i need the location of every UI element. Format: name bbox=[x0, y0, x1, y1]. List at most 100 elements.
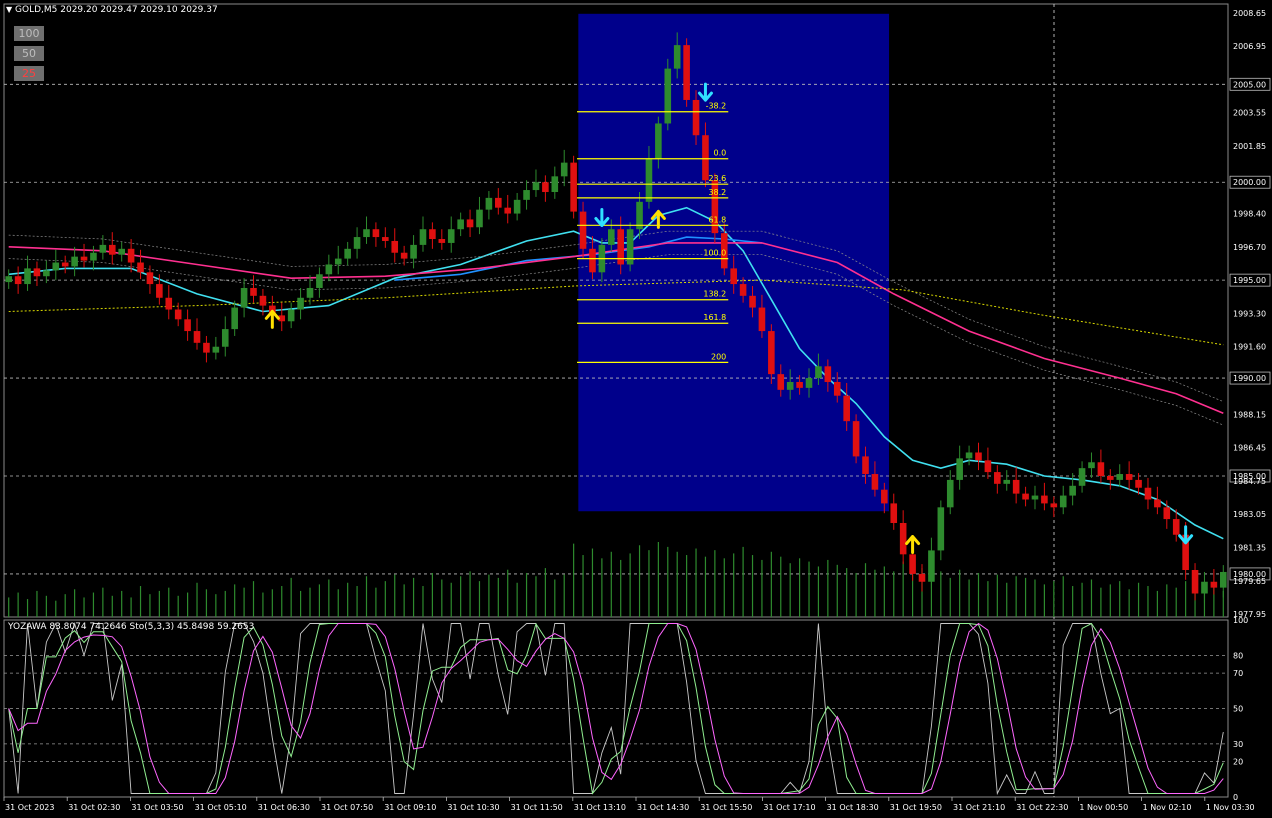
candle-body bbox=[824, 366, 832, 382]
candle-body bbox=[683, 45, 690, 100]
indicator-label: YOZAWA 83.8074 74.2646 Sto(5,3,3) 45.849… bbox=[8, 622, 255, 632]
candle-body bbox=[805, 378, 813, 388]
candle-body bbox=[174, 309, 182, 320]
zoom-button-25[interactable]: 25 bbox=[14, 66, 44, 81]
candle-body bbox=[1125, 474, 1133, 480]
candle-body bbox=[108, 244, 116, 255]
candle-body bbox=[400, 252, 408, 259]
triangle-down-icon[interactable]: ▼ bbox=[6, 5, 12, 14]
price-axis-label: 2000.00 bbox=[1233, 178, 1266, 187]
candle-body bbox=[1078, 468, 1086, 486]
candle-body bbox=[1088, 462, 1095, 469]
sub-axis-label: 30 bbox=[1233, 740, 1243, 749]
candle-body bbox=[1135, 479, 1142, 488]
time-axis-label: 31 Oct 02:30 bbox=[68, 803, 120, 812]
candle-body bbox=[391, 240, 399, 253]
arrow-up-icon bbox=[905, 535, 921, 555]
candle-body bbox=[739, 284, 747, 296]
price-axis-label: 1991.60 bbox=[1233, 343, 1266, 352]
fib-level-label: -38.2 bbox=[706, 102, 727, 111]
chart-svg[interactable]: -38.20.023.638.261.8100.0138.2161.820020… bbox=[0, 0, 1272, 814]
candle-body bbox=[890, 503, 898, 523]
time-axis-label: 31 Oct 14:30 bbox=[637, 803, 689, 812]
sub-axis-label: 80 bbox=[1233, 651, 1243, 660]
symbol-ohlc-line: GOLD,M5 2029.20 2029.47 2029.10 2029.37 bbox=[15, 5, 218, 15]
candle-body bbox=[768, 331, 775, 375]
zoom-button-100[interactable]: 100 bbox=[14, 26, 44, 41]
price-axis-label: 1990.00 bbox=[1233, 374, 1266, 383]
candle-body bbox=[344, 248, 351, 259]
candle-body bbox=[165, 297, 173, 310]
candle-body bbox=[560, 162, 568, 177]
candle-body bbox=[99, 244, 107, 253]
arrow-down-icon bbox=[1178, 525, 1194, 545]
price-axis-label: 2005.00 bbox=[1233, 80, 1266, 89]
candle-body bbox=[240, 287, 248, 308]
sub-axis-label: 20 bbox=[1233, 758, 1243, 767]
candle-body bbox=[1107, 475, 1114, 480]
time-axis-label: 31 Oct 06:30 bbox=[258, 803, 310, 812]
candle-body bbox=[1097, 462, 1105, 476]
time-axis-label: 31 Oct 03:50 bbox=[131, 803, 183, 812]
price-axis-label: 2003.55 bbox=[1233, 109, 1266, 118]
candle-body bbox=[730, 268, 737, 285]
trading-chart[interactable]: -38.2 0.0 23.6 38.2 61.8 100.0 138.2 161.8 200 20… bbox=[0, 0, 1272, 814]
candle-body bbox=[523, 190, 530, 200]
candle-body bbox=[504, 207, 512, 214]
candle-body bbox=[231, 307, 238, 330]
candle-body bbox=[447, 229, 455, 243]
candle-body bbox=[156, 284, 163, 298]
candle-body bbox=[532, 182, 540, 191]
price-axis-label: 2008.65 bbox=[1233, 9, 1266, 18]
chart-header: ▼ GOLD,M5 2029.20 2029.47 2029.10 2029.3… bbox=[6, 5, 218, 15]
candle-body bbox=[871, 474, 879, 490]
candle-body bbox=[1163, 507, 1171, 520]
candle-body bbox=[796, 381, 803, 388]
candle-body bbox=[542, 182, 549, 193]
candle-body bbox=[203, 342, 210, 353]
time-axis-label: 31 Oct 2023 bbox=[5, 803, 54, 812]
candle-body bbox=[212, 346, 220, 353]
candle-body bbox=[438, 239, 446, 243]
candle-body bbox=[71, 256, 78, 267]
candle-body bbox=[259, 295, 267, 306]
candle-body bbox=[1172, 519, 1180, 535]
candle-body bbox=[994, 472, 1001, 484]
candle-body bbox=[14, 276, 22, 285]
candle-body bbox=[1116, 474, 1124, 480]
sub-axis-label: 100 bbox=[1233, 616, 1248, 625]
time-axis-label: 31 Oct 13:10 bbox=[574, 803, 626, 812]
candle-body bbox=[965, 452, 973, 459]
candle-body bbox=[1210, 581, 1218, 588]
candle-body bbox=[363, 229, 370, 238]
candle-body bbox=[118, 248, 125, 255]
candle-body bbox=[495, 197, 502, 208]
candle-body bbox=[579, 211, 587, 249]
candle-body bbox=[457, 219, 464, 230]
candle-body bbox=[221, 329, 229, 347]
candle-body bbox=[90, 252, 97, 261]
candle-body bbox=[1201, 581, 1208, 594]
candle-body bbox=[353, 237, 361, 249]
candle-body bbox=[589, 248, 596, 273]
candle-body bbox=[1059, 495, 1067, 508]
candle-body bbox=[655, 123, 662, 159]
fib-level-label: 38.2 bbox=[708, 188, 726, 197]
candle-body bbox=[833, 381, 841, 396]
candle-body bbox=[551, 176, 559, 193]
fib-level-label: 0.0 bbox=[714, 149, 727, 158]
candle-body bbox=[146, 272, 154, 285]
candle-body bbox=[918, 573, 926, 582]
candle-body bbox=[928, 550, 935, 582]
candle-body bbox=[937, 507, 945, 551]
price-axis-label: 1988.15 bbox=[1233, 410, 1266, 419]
sub-axis-label: 50 bbox=[1233, 705, 1243, 714]
zoom-button-50[interactable]: 50 bbox=[14, 46, 44, 61]
candle-body bbox=[843, 395, 850, 422]
candle-body bbox=[43, 270, 50, 277]
time-axis-label: 31 Oct 07:50 bbox=[321, 803, 373, 812]
candle-body bbox=[372, 229, 380, 238]
time-axis-label: 31 Oct 18:30 bbox=[827, 803, 879, 812]
candle-body bbox=[1144, 487, 1152, 500]
candle-body bbox=[881, 489, 888, 504]
